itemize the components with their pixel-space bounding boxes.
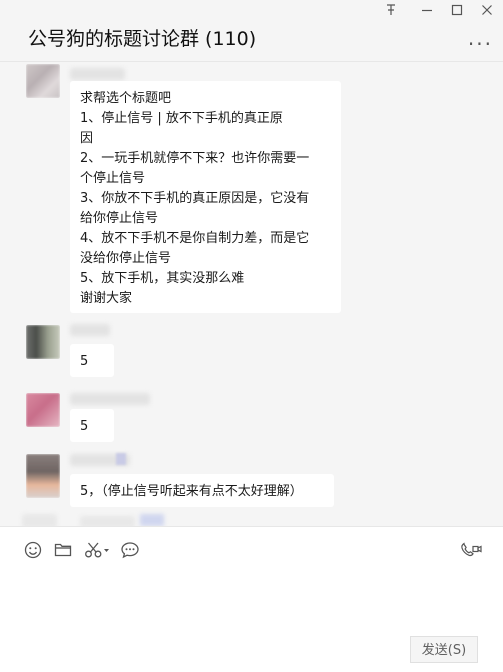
message-line: 没给你停止信号 — [80, 251, 172, 266]
avatar[interactable] — [26, 325, 60, 359]
sender-name-blurred — [70, 68, 125, 80]
message-line: 因 — [80, 131, 94, 146]
folder-icon[interactable] — [54, 541, 74, 561]
chat-title: 公号狗的标题讨论群 (110) — [28, 28, 257, 50]
emoji-icon[interactable] — [24, 541, 44, 561]
sender-badge-blurred — [116, 453, 126, 465]
message-list[interactable]: 求帮选个标题吧 1、停止信号 | 放不下手机的真正原 因 2、一玩手机就停不下来… — [0, 62, 503, 526]
scissors-icon[interactable] — [84, 541, 114, 561]
message-line: 5 — [80, 419, 89, 434]
message-line: 4、放不下手机不是你自制力差，而是它 — [80, 231, 310, 246]
message-line: 3、你放不下手机的真正原因是，它没有 — [80, 191, 310, 206]
message-line: 个停止信号 — [80, 171, 146, 186]
message-line: 求帮选个标题吧 — [80, 91, 172, 106]
message-line: 给你停止信号 — [80, 211, 159, 226]
chat-history-icon[interactable] — [120, 541, 140, 561]
video-call-icon[interactable] — [460, 541, 484, 561]
sender-badge-blurred — [140, 514, 164, 526]
minimize-icon[interactable] — [417, 4, 437, 20]
maximize-icon[interactable] — [447, 4, 467, 20]
send-button[interactable]: 发送(S) — [410, 636, 478, 663]
sender-name-blurred — [70, 324, 110, 336]
message-line: 1、停止信号 | 放不下手机的真正原 — [80, 111, 283, 126]
message-line: 5、放下手机，其实没那么难 — [80, 271, 245, 286]
message-line: 5，（停止信号听起来有点不太好理解） — [80, 484, 303, 499]
message-line: 2、一玩手机就停不下来？也许你需要一 — [80, 151, 310, 166]
message-line: 谢谢大家 — [80, 291, 133, 306]
title-bar: 公号狗的标题讨论群 (110) ... — [0, 0, 503, 62]
close-icon[interactable] — [477, 4, 497, 20]
avatar[interactable] — [26, 64, 60, 98]
message-bubble[interactable]: 5 — [70, 409, 114, 442]
avatar[interactable] — [26, 393, 60, 427]
message-bubble[interactable]: 求帮选个标题吧 1、停止信号 | 放不下手机的真正原 因 2、一玩手机就停不下来… — [70, 81, 341, 313]
sender-name-blurred — [70, 393, 150, 405]
pin-icon[interactable] — [381, 4, 401, 20]
message-bubble[interactable]: 5 — [70, 344, 114, 377]
sender-name-blurred — [22, 514, 57, 526]
more-button[interactable]: ... — [468, 26, 493, 50]
sender-name-blurred — [80, 516, 135, 526]
message-line: 5 — [80, 354, 89, 369]
avatar[interactable] — [26, 454, 60, 498]
message-bubble[interactable]: 5，（停止信号听起来有点不太好理解） — [70, 474, 334, 507]
